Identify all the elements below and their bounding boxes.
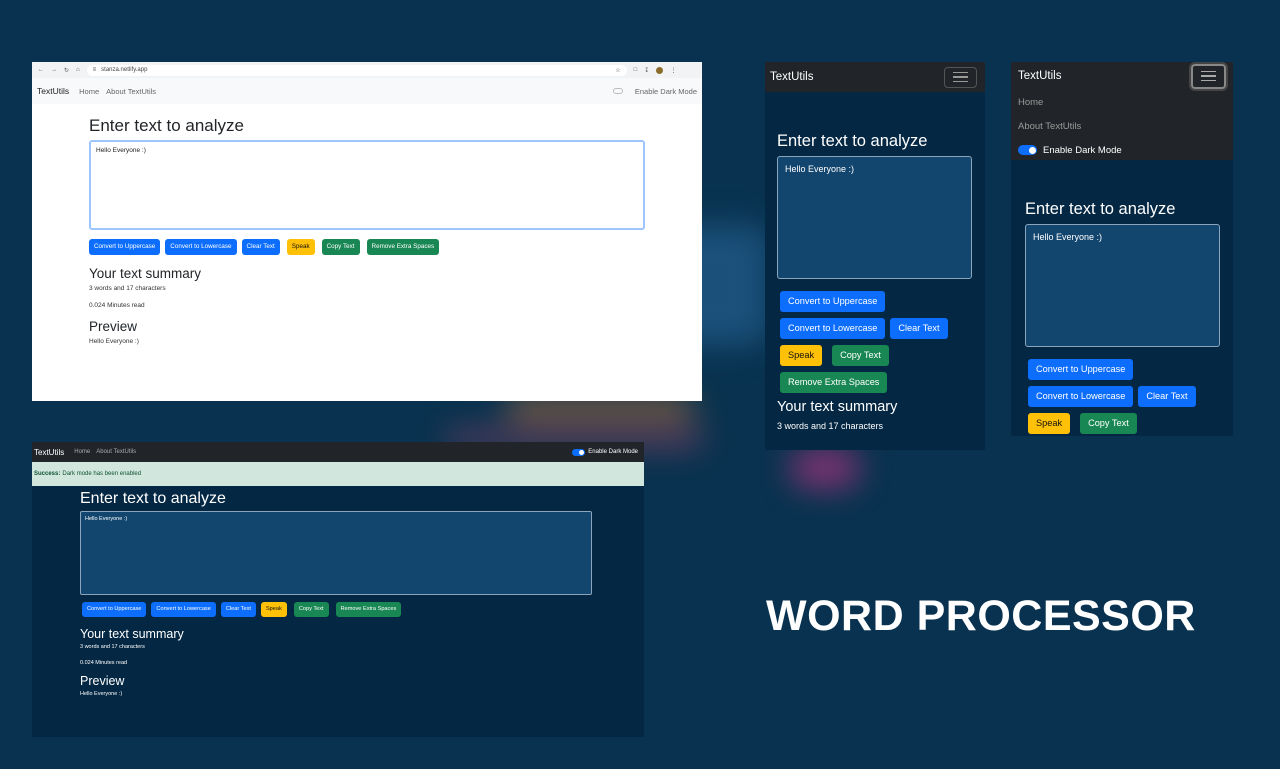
background-glow-pink [790, 448, 860, 488]
screenshot-dark-desktop: TextUtils Home About TextUtils Enable Da… [32, 442, 644, 737]
lowercase-button[interactable]: Convert to Lowercase [780, 318, 886, 339]
speak-button[interactable]: Speak [780, 345, 823, 366]
summary-read-time: 0.024 Minutes read [89, 302, 145, 309]
navbar: TextUtils [765, 62, 985, 92]
copy-text-button[interactable]: Copy Text [321, 239, 360, 255]
speak-button[interactable]: Speak [286, 239, 315, 255]
kebab-menu-icon[interactable]: ⋮ [670, 67, 676, 74]
summary-counts: 3 words and 17 characters [80, 644, 145, 650]
text-input-area[interactable]: Hello Everyone :) [777, 156, 972, 279]
extensions-icon[interactable]: □ [634, 67, 638, 73]
remove-spaces-button[interactable]: Remove Extra Spaces [335, 602, 402, 617]
alert-message: Dark mode has been enabled [62, 471, 142, 477]
screenshot-mobile-expanded: TextUtils Home About TextUtils Enable Da… [1011, 62, 1233, 436]
summary-counts: 3 words and 17 characters [777, 421, 884, 431]
navbar-expanded: TextUtils Home About TextUtils Enable Da… [1011, 62, 1233, 160]
copy-text-button[interactable]: Copy Text [832, 345, 889, 366]
lowercase-button[interactable]: Convert to Lowercase [151, 602, 216, 617]
navbar-brand[interactable]: TextUtils [37, 86, 69, 96]
preview-heading: Preview [80, 674, 125, 688]
clear-text-button[interactable]: Clear Text [890, 318, 948, 339]
forward-icon[interactable]: → [51, 67, 57, 73]
screenshot-light-desktop: ← → ↻ ⌂ ≡ stanza.netlify.app ☆ □ ↧ ⋮ Tex… [32, 62, 702, 401]
action-buttons: Convert to Uppercase Convert to Lowercas… [1025, 359, 1233, 434]
remove-spaces-button[interactable]: Remove Extra Spaces [366, 239, 440, 255]
nav-link-home[interactable]: Home [74, 449, 90, 455]
hamburger-menu-icon[interactable] [944, 66, 977, 88]
action-buttons: Convert to Uppercase Convert to Lowercas… [777, 291, 985, 393]
page-heading: Enter text to analyze [777, 132, 928, 150]
summary-heading: Your text summary [777, 399, 898, 415]
uppercase-button[interactable]: Convert to Uppercase [1028, 359, 1134, 380]
success-alert: Success: Dark mode has been enabled [32, 462, 644, 486]
screenshot-mobile-collapsed: TextUtils Enter text to analyze Hello Ev… [765, 62, 985, 450]
alert-strong: Success: [34, 471, 61, 477]
summary-heading: Your text summary [89, 266, 202, 281]
speak-button[interactable]: Speak [1028, 413, 1071, 434]
lowercase-button[interactable]: Convert to Lowercase [165, 239, 237, 255]
site-info-icon[interactable]: ≡ [93, 67, 97, 73]
summary-counts: 3 words and 17 characters [89, 285, 166, 292]
preview-heading: Preview [89, 319, 138, 334]
address-bar[interactable]: ≡ stanza.netlify.app ☆ [86, 64, 627, 76]
nav-link-home[interactable]: Home [79, 87, 99, 96]
text-input-area[interactable]: Hello Everyone :) [1025, 224, 1220, 347]
browser-toolbar: ← → ↻ ⌂ ≡ stanza.netlify.app ☆ □ ↧ ⋮ [32, 62, 702, 78]
page-heading: Enter text to analyze [1025, 200, 1176, 218]
navbar: TextUtils Home About TextUtils Enable Da… [32, 442, 644, 462]
nav-link-about[interactable]: About TextUtils [1018, 114, 1226, 138]
dark-mode-switch[interactable] [572, 448, 586, 456]
dark-mode-label: Enable Dark Mode [634, 86, 697, 96]
dark-mode-label: Enable Dark Mode [1043, 144, 1122, 156]
uppercase-button[interactable]: Convert to Uppercase [780, 291, 886, 312]
download-icon[interactable]: ↧ [644, 67, 649, 74]
dark-mode-switch[interactable] [1018, 145, 1037, 155]
dark-mode-toggle-row: Enable Dark Mode [1018, 138, 1226, 162]
copy-text-button[interactable]: Copy Text [293, 602, 329, 617]
reload-icon[interactable]: ↻ [64, 67, 69, 74]
dark-mode-switch[interactable] [612, 88, 623, 94]
navbar: TextUtils Home About TextUtils Enable Da… [32, 78, 702, 104]
summary-read-time: 0.024 Minutes read [80, 660, 128, 666]
hamburger-menu-icon[interactable] [1191, 63, 1226, 89]
home-icon[interactable]: ⌂ [76, 67, 80, 73]
action-buttons: Convert to Uppercase Convert to Lowercas… [80, 602, 644, 617]
text-input-area[interactable]: Hello Everyone :) [80, 511, 592, 595]
star-icon[interactable]: ☆ [615, 67, 620, 74]
dark-mode-label: Enable Dark Mode [588, 449, 638, 455]
url-text: stanza.netlify.app [101, 67, 148, 73]
navbar-brand[interactable]: TextUtils [34, 448, 64, 457]
text-input-area[interactable]: Hello Everyone :) [89, 140, 645, 230]
headline-title: WORD PROCESSOR [766, 592, 1196, 640]
nav-link-about[interactable]: About TextUtils [106, 87, 156, 96]
nav-link-home[interactable]: Home [1018, 90, 1226, 114]
preview-text: Hello Everyone :) [80, 691, 123, 697]
clear-text-button[interactable]: Clear Text [1138, 386, 1196, 407]
navbar-brand[interactable]: TextUtils [1018, 70, 1061, 82]
summary-heading: Your text summary [80, 627, 184, 641]
lowercase-button[interactable]: Convert to Lowercase [1028, 386, 1134, 407]
nav-link-about[interactable]: About TextUtils [96, 449, 136, 455]
action-buttons: Convert to Uppercase Convert to Lowercas… [89, 239, 702, 255]
page-heading: Enter text to analyze [89, 116, 244, 135]
profile-icon[interactable] [656, 66, 664, 74]
uppercase-button[interactable]: Convert to Uppercase [82, 602, 147, 617]
navbar-brand[interactable]: TextUtils [770, 71, 813, 83]
remove-spaces-button[interactable]: Remove Extra Spaces [780, 372, 888, 393]
uppercase-button[interactable]: Convert to Uppercase [89, 239, 161, 255]
copy-text-button[interactable]: Copy Text [1080, 413, 1137, 434]
preview-text: Hello Everyone :) [89, 338, 139, 345]
page-heading: Enter text to analyze [80, 490, 226, 507]
clear-text-button[interactable]: Clear Text [220, 602, 256, 617]
speak-button[interactable]: Speak [260, 602, 287, 617]
back-icon[interactable]: ← [38, 67, 44, 73]
clear-text-button[interactable]: Clear Text [241, 239, 280, 255]
